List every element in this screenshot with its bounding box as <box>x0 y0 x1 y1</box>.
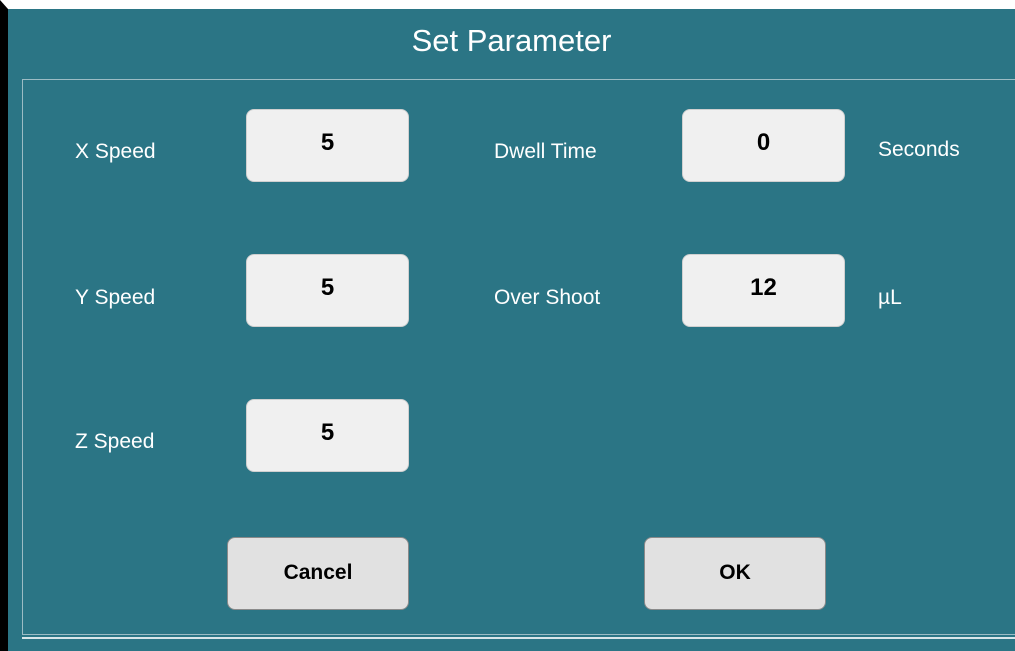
dwell-time-label: Dwell Time <box>494 140 597 163</box>
dwell-time-input[interactable]: 0 <box>682 109 845 182</box>
y-speed-label: Y Speed <box>75 286 156 309</box>
ok-button[interactable]: OK <box>644 537 826 610</box>
over-shoot-label: Over Shoot <box>494 286 601 309</box>
x-speed-input[interactable]: 5 <box>246 109 409 182</box>
over-shoot-unit-label: µL <box>878 286 902 309</box>
y-speed-input[interactable]: 5 <box>246 254 409 327</box>
dwell-time-unit-label: Seconds <box>878 138 960 161</box>
z-speed-label: Z Speed <box>75 430 155 453</box>
cancel-button[interactable]: Cancel <box>227 537 409 610</box>
dialog-title: Set Parameter <box>411 23 612 58</box>
set-parameter-dialog: Set Parameter X Speed 5 Y Speed 5 Z Spee… <box>0 0 1015 651</box>
z-speed-input[interactable]: 5 <box>246 399 409 472</box>
x-speed-label: X Speed <box>75 140 156 163</box>
over-shoot-input[interactable]: 12 <box>682 254 845 327</box>
bottom-divider <box>22 637 1015 639</box>
